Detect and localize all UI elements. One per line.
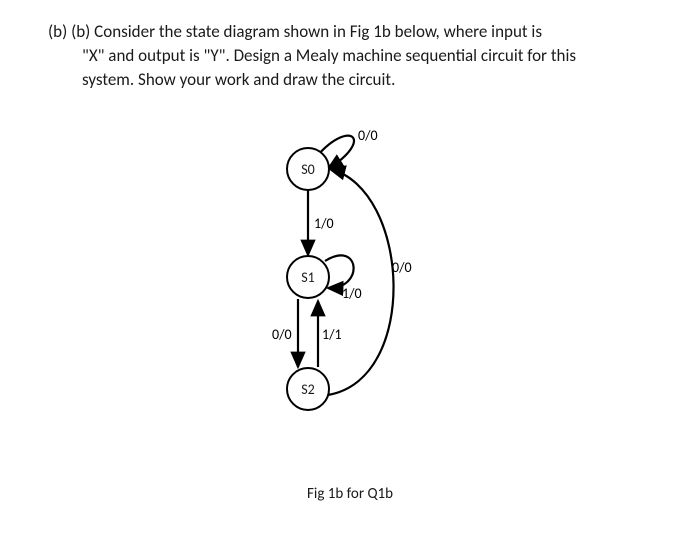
- edge-label-s1-s2: 0/0: [272, 326, 292, 343]
- edge-label-s0-self: 0/0: [358, 127, 378, 144]
- state-s2-label: S2: [301, 381, 315, 398]
- state-diagram: S0 S1 S2 0/0 1/0 1/0 0/0 1/1 0/0: [200, 119, 500, 479]
- state-s2: S2: [286, 367, 330, 411]
- edge-label-s1-self: 1/0: [342, 285, 362, 302]
- question-prefix: (b) (b): [48, 21, 90, 42]
- question-line3: system. Show your work and draw the circ…: [82, 68, 652, 92]
- state-s1-label: S1: [301, 269, 315, 286]
- state-s0-label: S0: [301, 161, 315, 178]
- state-s1: S1: [286, 255, 330, 299]
- edge-label-s2-s0: 0/0: [392, 259, 412, 276]
- question-line1: Consider the state diagram shown in Fig …: [94, 21, 542, 42]
- edge-label-s2-s1: 1/1: [322, 326, 342, 343]
- question-text: (b) (b) Consider the state diagram shown…: [48, 20, 652, 91]
- figure-caption: Fig 1b for Q1b: [48, 485, 652, 503]
- edge-label-s0-s1: 1/0: [314, 215, 334, 232]
- question-line2: "X" and output is "Y". Design a Mealy ma…: [82, 44, 652, 68]
- state-s0: S0: [286, 147, 330, 191]
